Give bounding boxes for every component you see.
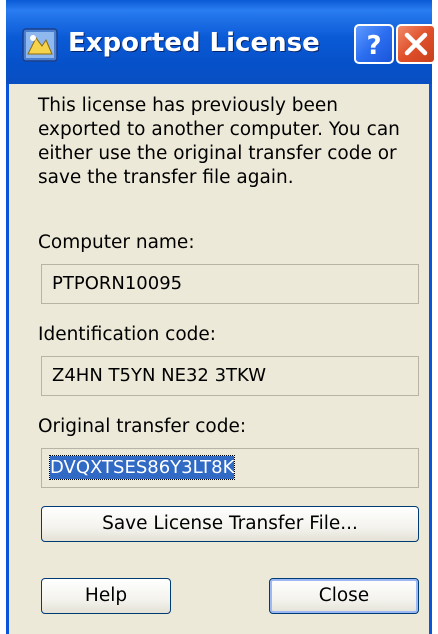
help-icon: ? [366, 31, 381, 61]
titlebar-help-button[interactable]: ? [354, 24, 394, 64]
original-transfer-code-value: DVQXTSES86Y3LT8K [48, 455, 236, 480]
computer-name-field[interactable]: PTPORN10095 [41, 264, 419, 304]
identification-code-field[interactable]: Z4HN T5YN NE32 3TKW [41, 356, 419, 396]
identification-code-label: Identification code: [38, 324, 217, 345]
close-icon [404, 32, 428, 56]
close-button[interactable]: Close [269, 578, 419, 614]
exported-license-dialog: Exported License ? This license has prev… [6, 0, 436, 634]
info-message: This license has previously been exporte… [38, 95, 400, 188]
computer-name-label: Computer name: [38, 232, 195, 253]
help-button[interactable]: Help [41, 578, 171, 614]
identification-code-value: Z4HN T5YN NE32 3TKW [52, 365, 267, 386]
window-title: Exported License [68, 28, 320, 58]
save-license-transfer-file-button[interactable]: Save License Transfer File... [41, 506, 419, 542]
svg-text:?: ? [366, 31, 381, 61]
license-app-icon [22, 28, 58, 62]
original-transfer-code-label: Original transfer code: [38, 416, 247, 437]
computer-name-value: PTPORN10095 [52, 273, 183, 294]
title-bar[interactable]: Exported License ? [6, 0, 436, 84]
original-transfer-code-field[interactable]: DVQXTSES86Y3LT8K [41, 448, 419, 488]
titlebar-close-button[interactable] [396, 24, 436, 64]
